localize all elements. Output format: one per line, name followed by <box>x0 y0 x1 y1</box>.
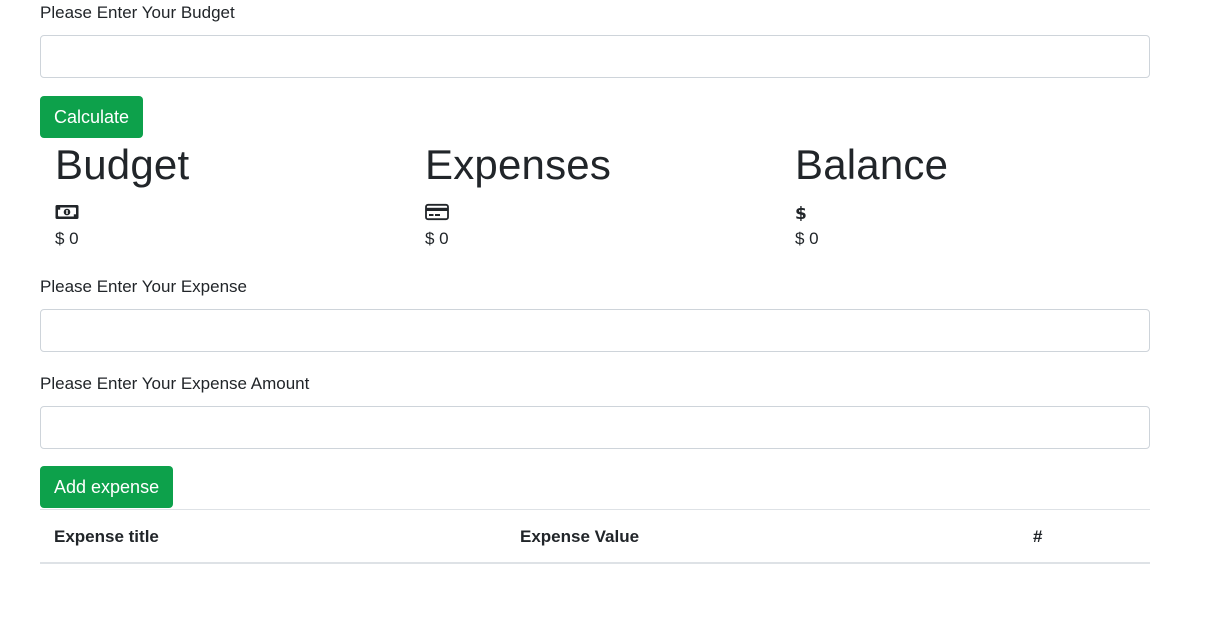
svg-text:$: $ <box>795 204 807 221</box>
balance-amount: $ 0 <box>795 229 819 248</box>
budget-label: Please Enter Your Budget <box>40 3 235 22</box>
expense-amount-input[interactable] <box>40 406 1150 449</box>
column-header-actions: # <box>1033 527 1043 546</box>
expenses-title: Expenses <box>425 141 612 188</box>
column-header-expense-value: Expense Value <box>520 527 640 546</box>
expense-title-input[interactable] <box>40 309 1150 352</box>
budget-amount: $ 0 <box>55 229 79 248</box>
expense-table-header: Expense title Expense Value # <box>40 509 1150 564</box>
calculate-button[interactable]: Calculate <box>40 96 144 138</box>
expense-amount-label: Please Enter Your Expense Amount <box>40 374 310 393</box>
dollar-sign-icon: $ <box>795 204 807 221</box>
credit-card-icon <box>425 203 449 221</box>
expenses-amount: $ 0 <box>425 229 449 248</box>
budget-title: Budget <box>55 141 190 188</box>
balance-card: Balance $ $ 0 <box>795 140 948 250</box>
money-bill-icon <box>55 205 79 219</box>
balance-title: Balance <box>795 141 949 188</box>
expense-title-label: Please Enter Your Expense <box>40 277 247 296</box>
column-header-expense-title: Expense title <box>54 527 159 546</box>
budget-input[interactable] <box>40 35 1150 78</box>
add-expense-button[interactable]: Add expense <box>40 466 174 508</box>
budget-card: Budget $ 0 <box>55 140 189 250</box>
expenses-card: Expenses $ 0 <box>425 140 611 250</box>
